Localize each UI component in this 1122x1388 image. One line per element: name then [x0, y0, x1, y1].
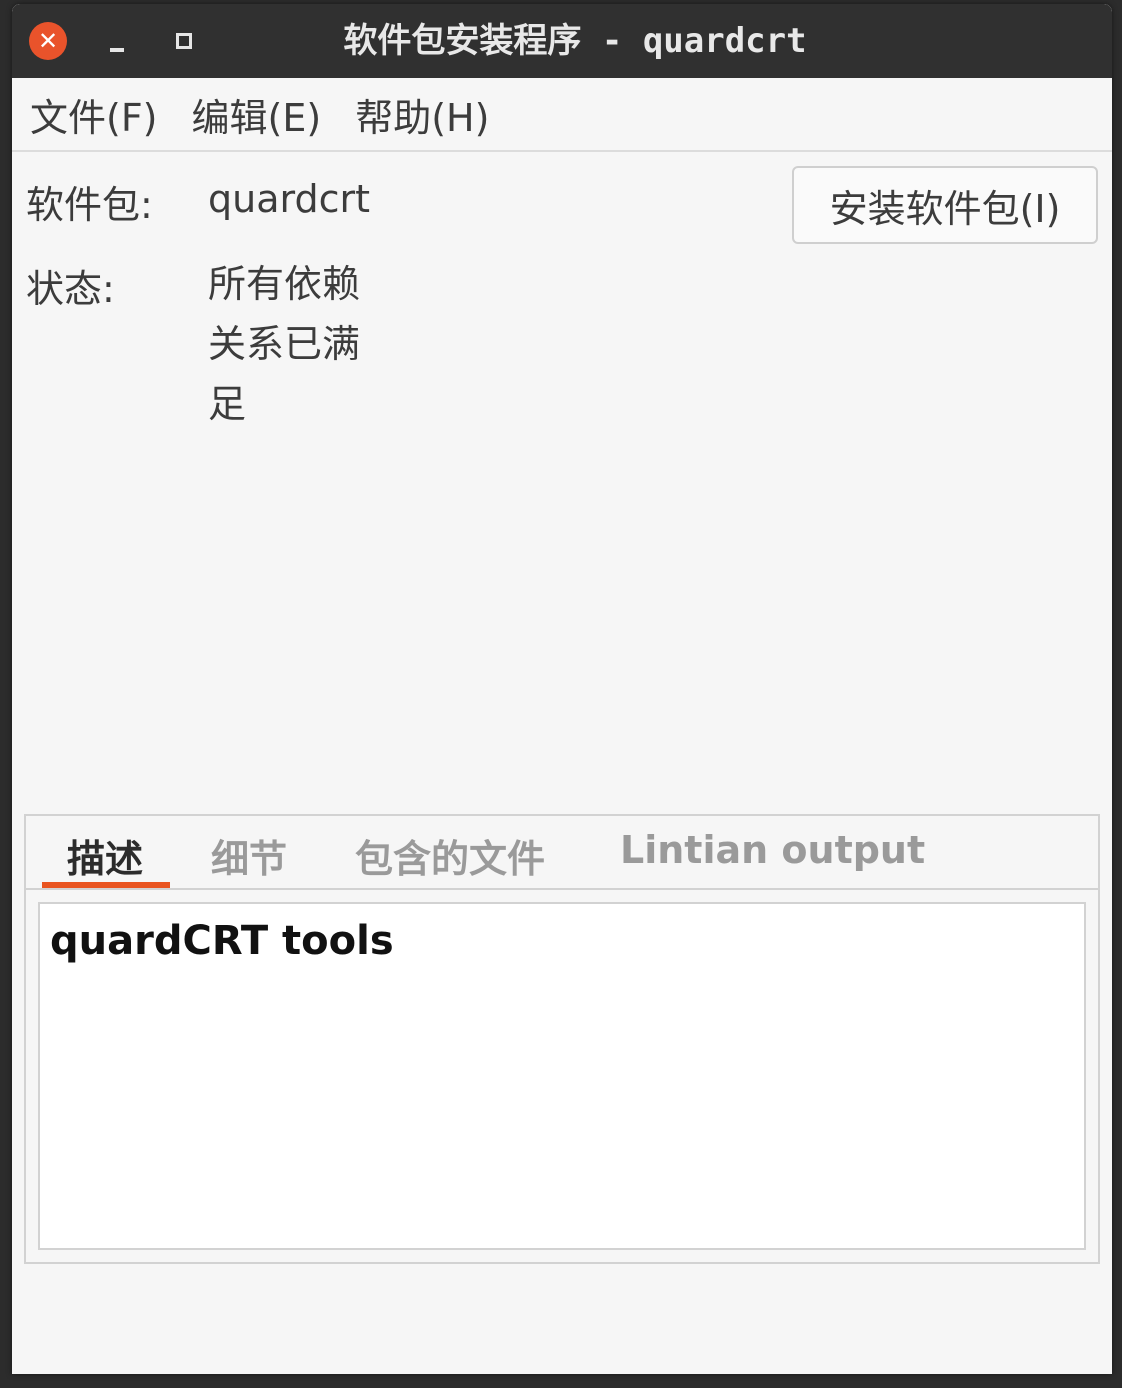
description-text: quardCRT tools — [50, 918, 394, 964]
active-tab-indicator — [42, 882, 170, 888]
install-package-button[interactable]: 安装软件包(I) — [792, 166, 1098, 244]
status-line: 关系已满 — [208, 322, 361, 366]
menu-file[interactable]: 文件(F) — [30, 87, 158, 142]
status-value: 所有依赖 关系已满 足 — [208, 254, 360, 434]
status-line: 所有依赖 — [208, 262, 361, 306]
tab-included-files[interactable]: 包含的文件 — [355, 828, 545, 883]
tab-details[interactable]: 细节 — [211, 828, 287, 883]
package-name: quardcrt — [208, 177, 370, 221]
menu-bar: 文件(F) 编辑(E) 帮助(H) — [12, 78, 1112, 152]
package-installer-window: 软件包安装程序 - quardcrt ✕ 文件(F) 编辑(E) 帮助(H) 软… — [12, 4, 1112, 1374]
maximize-icon[interactable] — [176, 33, 192, 49]
title-bar: 软件包安装程序 - quardcrt ✕ — [12, 4, 1112, 78]
details-notebook: 描述 细节 包含的文件 Lintian output quardCRT tool… — [24, 814, 1100, 1264]
menu-edit[interactable]: 编辑(E) — [192, 87, 322, 142]
close-icon[interactable]: ✕ — [29, 22, 67, 60]
tab-lintian-output[interactable]: Lintian output — [620, 828, 925, 872]
tab-bar: 描述 细节 包含的文件 Lintian output — [26, 816, 1098, 890]
status-label: 状态: — [26, 267, 115, 311]
status-line: 足 — [208, 382, 247, 426]
minimize-icon[interactable] — [110, 48, 124, 52]
description-text-view[interactable]: quardCRT tools — [38, 902, 1086, 1250]
tab-description[interactable]: 描述 — [67, 828, 143, 883]
menu-help[interactable]: 帮助(H) — [355, 87, 489, 142]
package-label: 软件包: — [26, 183, 153, 227]
